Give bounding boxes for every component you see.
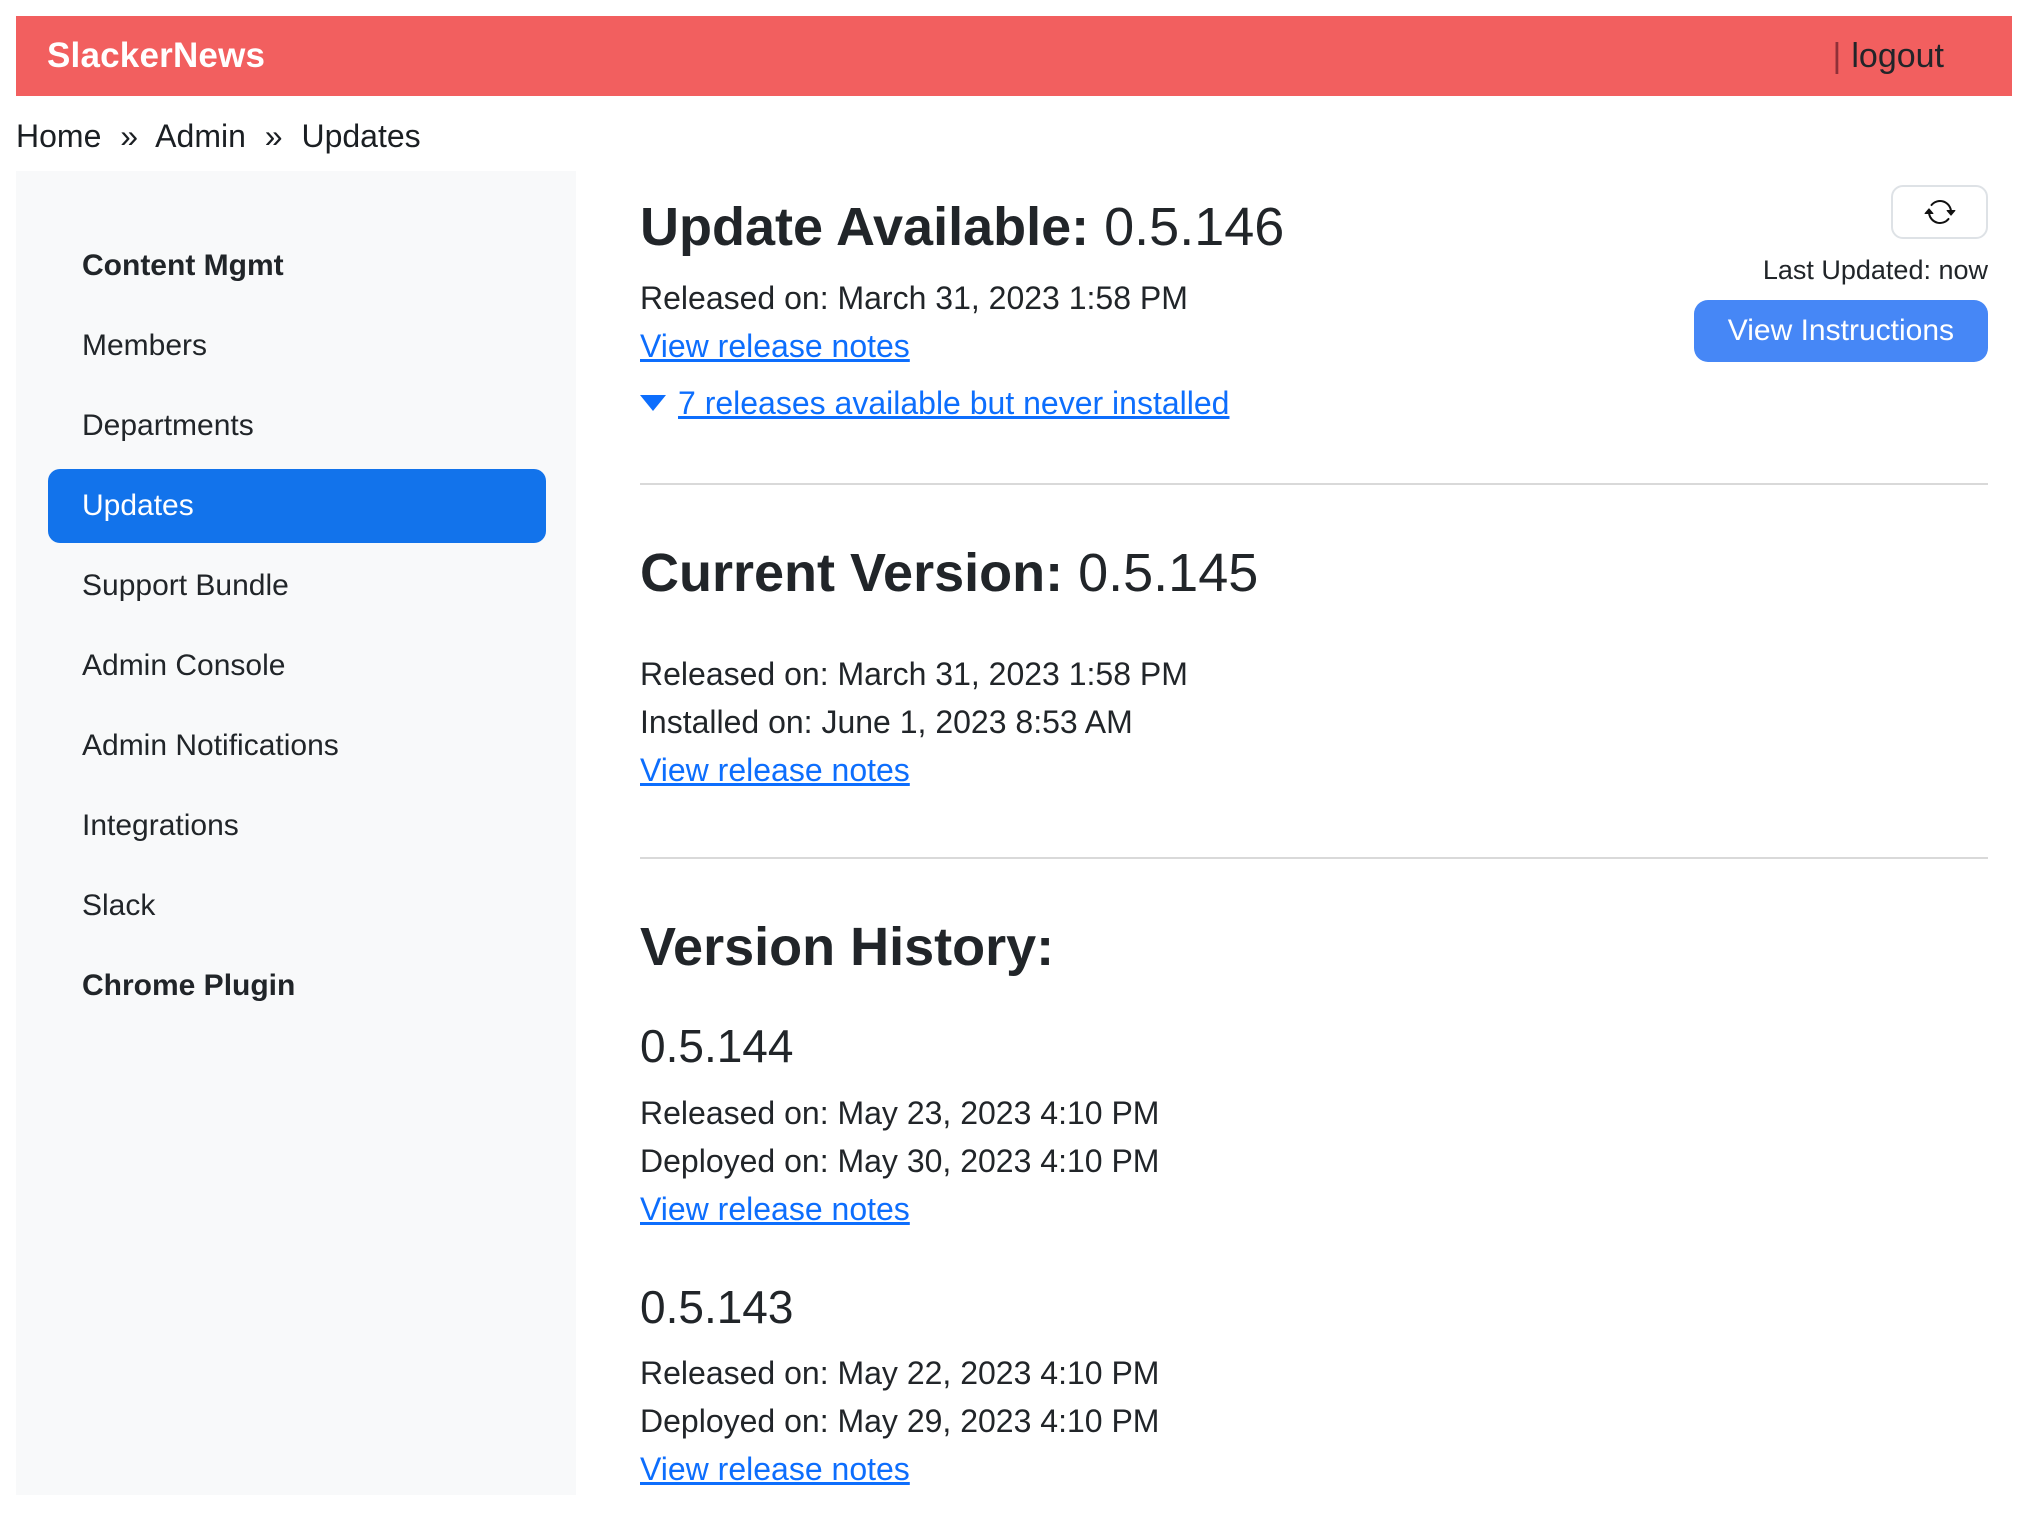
current-installed-on: Installed on: June 1, 2023 8:53 AM [640, 698, 1988, 746]
update-check-widget: Last Updated: now View Instructions [1694, 185, 1988, 362]
sidebar-item-integrations[interactable]: Integrations [48, 789, 546, 863]
logout-separator: | [1833, 37, 1842, 75]
version-history-entry: 0.5.143 Released on: May 22, 2023 4:10 P… [640, 1280, 1988, 1500]
history-deployed-on: Deployed on: May 30, 2023 4:10 PM [640, 1137, 1988, 1185]
sidebar-item-members[interactable]: Members [48, 309, 546, 383]
caret-down-icon[interactable] [640, 395, 666, 411]
current-release-notes-link[interactable]: View release notes [640, 752, 910, 788]
version-history-label: Version History: [640, 917, 1054, 977]
version-history-entry: 0.5.144 Released on: May 23, 2023 4:10 P… [640, 1019, 1988, 1239]
history-release-notes-link[interactable]: View release notes [640, 1191, 910, 1227]
sidebar-item-updates[interactable]: Updates [48, 469, 546, 543]
current-version-number: 0.5.145 [1078, 543, 1258, 603]
top-header-bar: SlackerNews |logout [16, 16, 2012, 96]
page: SlackerNews |logout Home » Admin » Updat… [0, 0, 2028, 1516]
sidebar-item-admin-console[interactable]: Admin Console [48, 629, 546, 703]
history-version-number: 0.5.144 [640, 1019, 1988, 1074]
brand-title[interactable]: SlackerNews [47, 36, 265, 76]
logout-area: |logout [1833, 37, 1944, 76]
refresh-button[interactable] [1891, 185, 1988, 239]
breadcrumb-separator: » [265, 118, 283, 154]
sidebar-item-content-mgmt[interactable]: Content Mgmt [48, 229, 546, 303]
current-version-section: Current Version: 0.5.145 Released on: Ma… [640, 541, 1988, 801]
version-history-section: Version History: 0.5.144 Released on: Ma… [640, 915, 1988, 1500]
current-version-heading: Current Version: 0.5.145 [640, 541, 1988, 606]
content-layout: Content Mgmt Members Departments Updates… [16, 171, 2012, 1500]
section-divider [640, 483, 1988, 485]
view-instructions-button[interactable]: View Instructions [1694, 300, 1988, 362]
history-released-on: Released on: May 22, 2023 4:10 PM [640, 1349, 1988, 1397]
admin-sidebar: Content Mgmt Members Departments Updates… [16, 171, 576, 1495]
breadcrumb-separator: » [120, 118, 138, 154]
current-released-on: Released on: March 31, 2023 1:58 PM [640, 650, 1988, 698]
refresh-icon [1924, 196, 1956, 228]
sidebar-item-slack[interactable]: Slack [48, 869, 546, 943]
breadcrumb-admin[interactable]: Admin [155, 118, 246, 154]
updates-main-panel: Last Updated: now View Instructions Upda… [640, 171, 2012, 1500]
breadcrumb-current: Updates [301, 118, 420, 154]
logout-link[interactable]: logout [1851, 37, 1944, 75]
update-available-version: 0.5.146 [1104, 197, 1284, 257]
update-release-notes-link[interactable]: View release notes [640, 328, 910, 364]
history-release-notes-link[interactable]: View release notes [640, 1451, 910, 1487]
last-updated-text: Last Updated: now [1763, 255, 1988, 286]
releases-toggle-link[interactable]: 7 releases available but never installed [678, 379, 1229, 427]
version-history-heading: Version History: [640, 915, 1988, 980]
sidebar-item-chrome-plugin[interactable]: Chrome Plugin [48, 949, 546, 1023]
history-deployed-on: Deployed on: May 29, 2023 4:10 PM [640, 1397, 1988, 1445]
breadcrumb: Home » Admin » Updates [16, 96, 2012, 171]
history-version-number: 0.5.143 [640, 1280, 1988, 1335]
sidebar-item-admin-notifications[interactable]: Admin Notifications [48, 709, 546, 783]
update-available-label: Update Available: [640, 197, 1089, 257]
sidebar-item-support-bundle[interactable]: Support Bundle [48, 549, 546, 623]
current-version-label: Current Version: [640, 543, 1063, 603]
sidebar-item-departments[interactable]: Departments [48, 389, 546, 463]
section-divider [640, 857, 1988, 859]
history-released-on: Released on: May 23, 2023 4:10 PM [640, 1089, 1988, 1137]
releases-toggle-row: 7 releases available but never installed [640, 379, 1988, 427]
breadcrumb-home[interactable]: Home [16, 118, 101, 154]
